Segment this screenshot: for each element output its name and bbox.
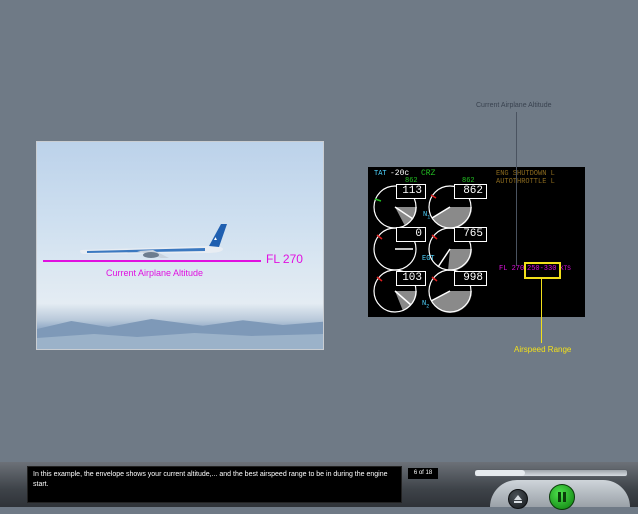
- eject-icon: [514, 495, 522, 503]
- altitude-callout-label: Current Airplane Altitude: [476, 102, 552, 109]
- airspeed-callout-line: [541, 277, 542, 343]
- eicas-message-2: AUTOTHROTTLE L: [496, 178, 555, 186]
- altitude-line: [43, 260, 261, 262]
- airplane-photo: ▲: [36, 141, 324, 350]
- narration-caption: In this example, the envelope shows your…: [27, 466, 402, 503]
- altitude-callout-line: [516, 112, 517, 266]
- n2-left-readout: 103: [396, 271, 426, 286]
- n2-label: N2: [422, 300, 430, 310]
- airspeed-callout-label: Airspeed Range: [514, 345, 572, 354]
- airspeed-range-value: 250-330: [527, 265, 557, 273]
- eject-button[interactable]: [508, 489, 528, 509]
- lesson-stage: ▲ FL 270 Current Airplane Altitude TAT -…: [0, 0, 638, 462]
- eicas-display: TAT -20c CRZ ENG SHUTDOWN L AUTOTHROTTLE…: [368, 167, 585, 317]
- n1-left-readout: 113: [396, 184, 426, 199]
- progress-fill: [475, 470, 526, 476]
- speed-unit: KTS: [560, 265, 571, 272]
- photo-altitude-label: Current Airplane Altitude: [106, 268, 204, 278]
- eicas-fl-text: FL 270: [499, 265, 525, 273]
- egt-label: EGT: [422, 255, 435, 263]
- n1-label: N1: [423, 211, 431, 221]
- page-counter: 6 of 18: [408, 468, 438, 479]
- thrust-mode: CRZ: [421, 169, 436, 178]
- n1-right-readout: 862: [454, 184, 487, 199]
- egt-right-readout: 765: [454, 227, 487, 242]
- eicas-message-1: ENG SHUTDOWN L: [496, 170, 555, 178]
- flight-level-label: FL 270: [266, 252, 303, 266]
- pause-button[interactable]: [549, 484, 575, 510]
- pause-icon: [558, 492, 566, 502]
- svg-text:▲: ▲: [213, 236, 218, 242]
- airplane-illustration: ▲: [80, 224, 227, 258]
- egt-left-readout: 0: [396, 227, 426, 242]
- n2-right-readout: 998: [454, 271, 487, 286]
- tat-label: TAT: [374, 170, 387, 178]
- progress-bar[interactable]: [474, 469, 628, 477]
